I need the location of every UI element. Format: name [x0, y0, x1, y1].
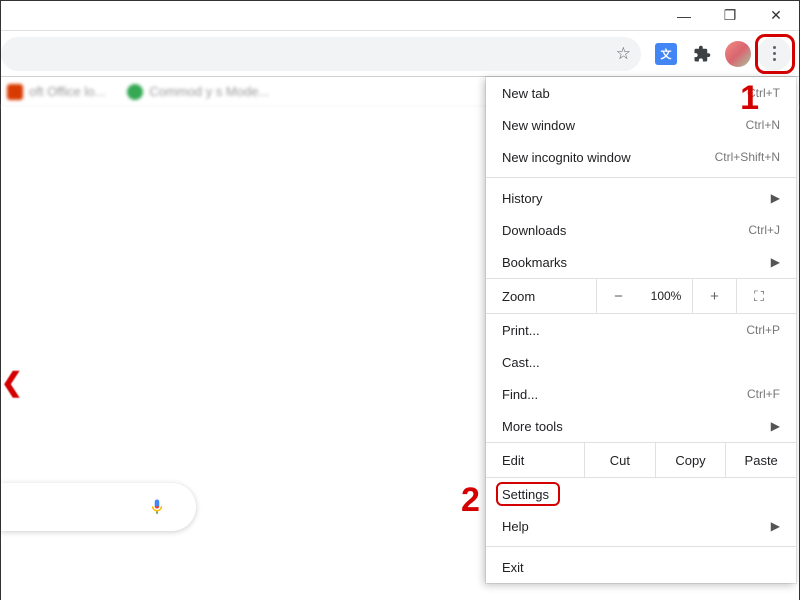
- menu-cast[interactable]: Cast...: [486, 346, 796, 378]
- menu-separator: [486, 546, 796, 547]
- menu-label: Settings: [502, 487, 780, 502]
- fullscreen-icon: ⛶: [754, 288, 763, 305]
- menu-exit[interactable]: Exit: [486, 551, 796, 583]
- menu-shortcut: Ctrl+T: [747, 86, 780, 100]
- menu-label: New window: [502, 118, 746, 133]
- translate-button[interactable]: 文: [649, 37, 683, 71]
- menu-label: New incognito window: [502, 150, 715, 165]
- zoom-value: 100%: [640, 289, 692, 303]
- edit-cut-button[interactable]: Cut: [584, 443, 655, 477]
- menu-new-tab[interactable]: New tab Ctrl+T: [486, 77, 796, 109]
- zoom-label: Zoom: [486, 289, 596, 304]
- profile-button[interactable]: [721, 37, 755, 71]
- menu-edit-row: Edit Cut Copy Paste: [486, 442, 796, 478]
- menu-label: Find...: [502, 387, 747, 402]
- menu-zoom-row: Zoom − 100% + ⛶: [486, 278, 796, 314]
- bookmark-star-icon[interactable]: ☆: [616, 44, 631, 64]
- submenu-arrow-icon: ▶: [771, 255, 780, 269]
- puzzle-icon: [693, 45, 711, 63]
- decorative-chevron: ❮: [1, 367, 23, 398]
- edit-label: Edit: [486, 453, 584, 468]
- menu-shortcut: Ctrl+P: [746, 323, 780, 337]
- menu-separator: [486, 177, 796, 178]
- window-titlebar: — ❐ ✕: [1, 1, 799, 31]
- menu-downloads[interactable]: Downloads Ctrl+J: [486, 214, 796, 246]
- zoom-out-button[interactable]: −: [596, 279, 640, 313]
- window-minimize-button[interactable]: —: [661, 1, 707, 31]
- bookmark-item[interactable]: Commod y s Mode...: [127, 84, 269, 100]
- menu-label: History: [502, 191, 771, 206]
- menu-bookmarks[interactable]: Bookmarks ▶: [486, 246, 796, 278]
- menu-new-window[interactable]: New window Ctrl+N: [486, 109, 796, 141]
- menu-more-tools[interactable]: More tools ▶: [486, 410, 796, 442]
- voice-search-icon[interactable]: [148, 495, 166, 519]
- menu-label: Bookmarks: [502, 255, 771, 270]
- bookmark-label: oft Office lo...: [29, 84, 105, 99]
- edit-copy-button[interactable]: Copy: [655, 443, 726, 477]
- address-bar[interactable]: ☆: [1, 37, 641, 71]
- bookmark-favicon: [127, 84, 143, 100]
- menu-shortcut: Ctrl+F: [747, 387, 780, 401]
- menu-label: New tab: [502, 86, 747, 101]
- window-maximize-button[interactable]: ❐: [707, 1, 753, 31]
- menu-new-incognito[interactable]: New incognito window Ctrl+Shift+N: [486, 141, 796, 173]
- menu-find[interactable]: Find... Ctrl+F: [486, 378, 796, 410]
- zoom-in-button[interactable]: +: [692, 279, 736, 313]
- extensions-button[interactable]: [685, 37, 719, 71]
- menu-shortcut: Ctrl+N: [746, 118, 780, 132]
- more-vertical-icon: [757, 37, 791, 71]
- submenu-arrow-icon: ▶: [771, 191, 780, 205]
- submenu-arrow-icon: ▶: [771, 519, 780, 533]
- bookmark-item[interactable]: oft Office lo...: [7, 84, 105, 100]
- menu-label: Help: [502, 519, 771, 534]
- translate-icon: 文: [655, 43, 677, 65]
- bookmark-favicon: [7, 84, 23, 100]
- submenu-arrow-icon: ▶: [771, 419, 780, 433]
- edit-paste-button[interactable]: Paste: [725, 443, 796, 477]
- menu-print[interactable]: Print... Ctrl+P: [486, 314, 796, 346]
- menu-label: More tools: [502, 419, 771, 434]
- menu-shortcut: Ctrl+Shift+N: [715, 150, 780, 164]
- bookmark-label: Commod y s Mode...: [149, 84, 269, 99]
- menu-label: Exit: [502, 560, 780, 575]
- fullscreen-button[interactable]: ⛶: [736, 279, 780, 313]
- menu-shortcut: Ctrl+J: [748, 223, 780, 237]
- search-box[interactable]: [1, 483, 196, 531]
- browser-toolbar: ☆ 文: [1, 31, 799, 77]
- menu-settings[interactable]: Settings: [486, 478, 796, 510]
- window-close-button[interactable]: ✕: [753, 1, 799, 31]
- menu-history[interactable]: History ▶: [486, 182, 796, 214]
- menu-label: Downloads: [502, 223, 748, 238]
- profile-avatar-icon: [725, 41, 751, 67]
- menu-help[interactable]: Help ▶: [486, 510, 796, 542]
- chrome-menu: New tab Ctrl+T New window Ctrl+N New inc…: [486, 77, 796, 583]
- more-menu-button[interactable]: [757, 37, 791, 71]
- menu-label: Cast...: [502, 355, 780, 370]
- menu-label: Print...: [502, 323, 746, 338]
